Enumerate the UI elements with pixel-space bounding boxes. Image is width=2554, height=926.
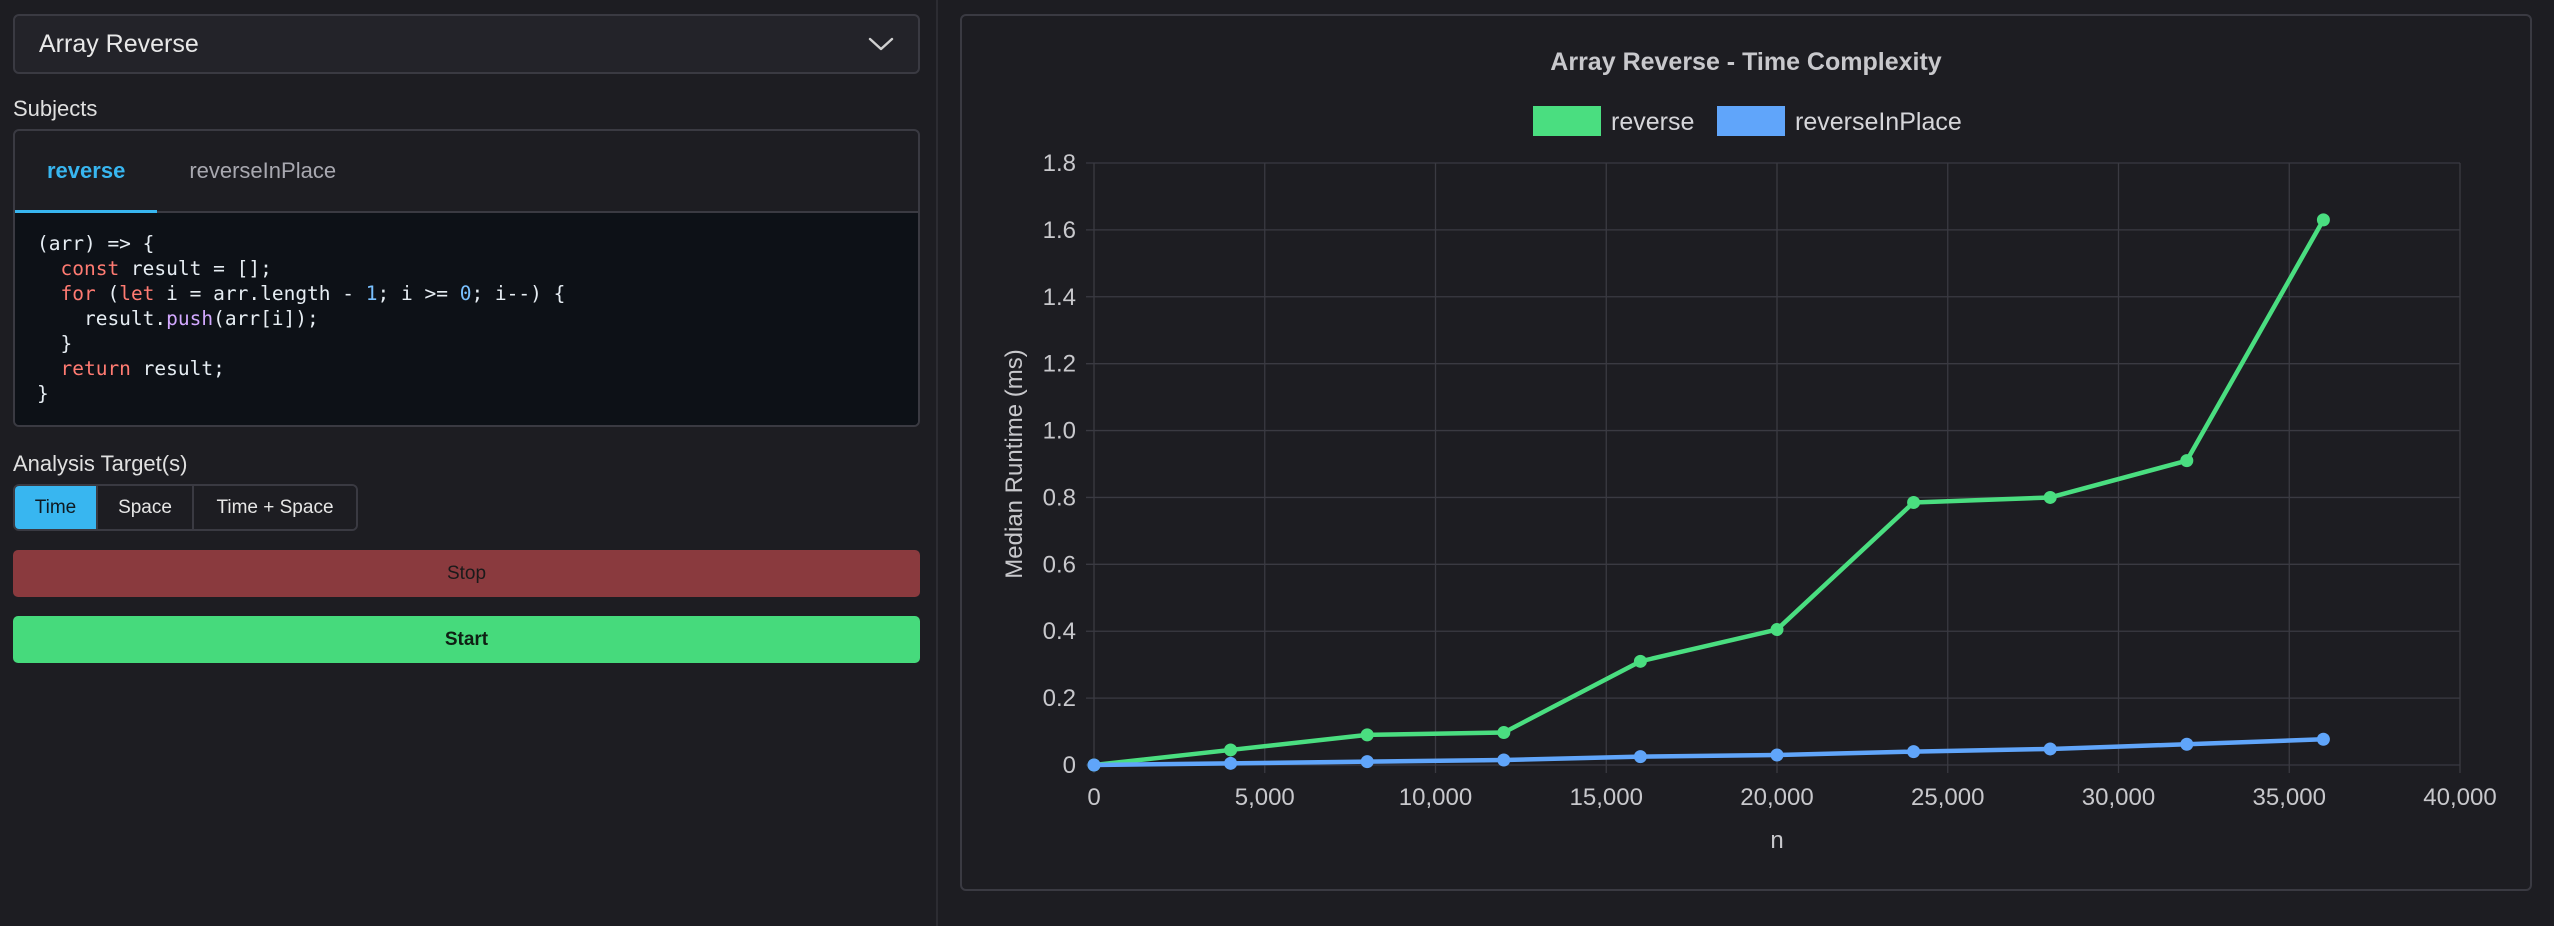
y-tick-label: 1.2	[1043, 351, 1076, 378]
right-panel: 0 5,000 10,000 15,000 20,000 25,000 30,000 35,0…	[940, 0, 2554, 926]
data-point-reverse	[2316, 213, 2330, 227]
option-time-space[interactable]: Time + Space	[194, 486, 356, 529]
y-tick-label: 0.2	[1043, 685, 1076, 712]
legend-label: reverse	[1611, 108, 1694, 136]
code-line: }	[37, 332, 73, 355]
data-point-reverseInPlace	[1224, 756, 1238, 770]
algorithm-select-value: Array Reverse	[39, 29, 199, 58]
tab-reverse-in-place[interactable]: reverseInPlace	[157, 131, 368, 211]
x-tick-label: 10,000	[1399, 784, 1472, 811]
x-tick-label: 20,000	[1740, 784, 1813, 811]
data-point-reverse	[1770, 623, 1784, 637]
runtime-chart: 0 5,000 10,000 15,000 20,000 25,000 30,000 35,0…	[1001, 48, 2497, 854]
y-tick-label: 1.4	[1043, 284, 1076, 311]
data-point-reverseInPlace	[1497, 753, 1511, 767]
chart-title: Array Reverse - Time Complexity	[1550, 48, 1941, 76]
start-button[interactable]: Start	[13, 616, 920, 663]
left-panel: Array Reverse Subjects reverse reverseIn…	[0, 0, 938, 926]
code-line: const result = [];	[60, 257, 272, 280]
data-point-reverse	[2043, 490, 2057, 504]
option-space[interactable]: Space	[98, 486, 194, 529]
y-tick-label: 1.6	[1043, 217, 1076, 244]
x-tick-label: 35,000	[2253, 784, 2326, 811]
data-point-reverseInPlace	[2043, 742, 2057, 756]
data-point-reverse	[1360, 728, 1374, 742]
x-tick-label: 15,000	[1570, 784, 1643, 811]
y-axis-label: Median Runtime (ms)	[1001, 349, 1028, 578]
subject-tabs: reverse reverseInPlace	[15, 131, 918, 213]
y-tick-label: 1.0	[1043, 418, 1076, 445]
data-point-reverseInPlace	[1087, 758, 1101, 772]
code-line: return result;	[60, 357, 225, 380]
analysis-target-label: Analysis Target(s)	[13, 451, 188, 476]
algorithm-select[interactable]: Array Reverse	[13, 14, 920, 74]
x-tick-label: 5,000	[1235, 784, 1295, 811]
data-point-reverse	[1907, 495, 1921, 509]
data-point-reverseInPlace	[1770, 748, 1784, 762]
series-line-reverse	[1093, 218, 2326, 768]
data-point-reverseInPlace	[1360, 755, 1374, 769]
x-tick-label: 40,000	[2423, 784, 2496, 811]
legend-swatch	[1717, 106, 1785, 136]
x-axis-label: n	[1770, 827, 1783, 854]
data-point-reverseInPlace	[2180, 737, 2194, 751]
data-point-reverseInPlace	[1907, 745, 1921, 759]
chart-card: 0 5,000 10,000 15,000 20,000 25,000 30,000 35,0…	[960, 14, 2532, 891]
y-tick-label: 0.6	[1043, 551, 1076, 578]
subjects-label: Subjects	[13, 96, 98, 121]
x-tick-label: 25,000	[1911, 784, 1984, 811]
x-tick-label: 0	[1087, 784, 1100, 811]
y-tick-label: 1.8	[1043, 150, 1076, 177]
y-tick-label: 0.8	[1043, 484, 1076, 511]
data-point-reverseInPlace	[1633, 750, 1647, 764]
code-editor[interactable]: (arr) => { const result = []; for (let i…	[15, 213, 918, 425]
y-tick-label: 0.4	[1043, 618, 1076, 645]
option-time[interactable]: Time	[15, 486, 98, 529]
data-point-reverseInPlace	[2316, 732, 2330, 746]
code-line: }	[37, 382, 49, 405]
data-point-reverse	[1633, 654, 1647, 668]
stop-button[interactable]: Stop	[13, 550, 920, 597]
code-line: for (let i = arr.length - 1; i >= 0; i--…	[60, 282, 566, 305]
chevron-down-icon	[868, 37, 894, 51]
x-tick-label: 30,000	[2082, 784, 2155, 811]
analysis-target-selector: Time Space Time + Space	[13, 484, 358, 531]
code-line: result.push(arr[i]);	[37, 307, 319, 330]
legend-swatch	[1533, 106, 1601, 136]
data-point-reverse	[1497, 726, 1511, 740]
subjects-panel: reverse reverseInPlace (arr) => { const …	[13, 129, 920, 427]
code-line: (arr) => {	[37, 232, 155, 255]
data-point-reverse	[1224, 743, 1238, 757]
legend-label: reverseInPlace	[1795, 108, 1962, 136]
tab-reverse[interactable]: reverse	[15, 131, 158, 213]
data-point-reverse	[2180, 454, 2194, 468]
y-tick-label: 0	[1063, 752, 1076, 779]
